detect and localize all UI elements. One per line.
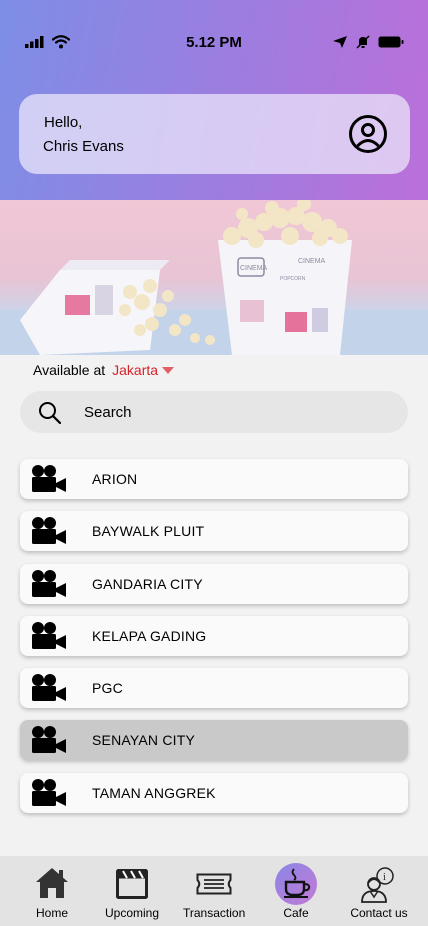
box-label: CINEMA (240, 265, 268, 272)
movie-camera-icon (32, 726, 66, 754)
nav-home[interactable]: Home (27, 856, 77, 926)
movie-camera-icon (32, 778, 66, 806)
nav-home-label: Home (35, 906, 68, 920)
cinema-item-pgc[interactable]: PGC (20, 668, 408, 709)
popcorn-illustration: CINEMA CINEMA POPCORN (0, 200, 428, 355)
cinema-item-baywalk-pluit[interactable]: BAYWALK PLUIT (20, 511, 408, 552)
cinema-name: SENAYAN CITY (92, 732, 196, 749)
status-right-icons (332, 35, 404, 49)
bottom-nav: Home Upcoming Transaction Cafe i Contact… (0, 856, 428, 926)
clapperboard-icon (116, 869, 148, 899)
greeting-hello: Hello, (44, 114, 83, 131)
cinema-item-senayan-city[interactable]: SENAYAN CITY (20, 720, 408, 761)
user-name: Chris Evans (43, 138, 124, 155)
home-icon (36, 868, 68, 898)
search-icon (39, 402, 62, 425)
nav-contact-label: Contact us (350, 906, 408, 920)
nav-upcoming[interactable]: Upcoming (102, 856, 162, 926)
nav-cafe-label: Cafe (283, 906, 309, 920)
movie-camera-icon (32, 517, 66, 545)
box-label-right: CINEMA (298, 258, 326, 265)
nav-transaction-label: Transaction (183, 906, 246, 920)
nav-transaction[interactable]: Transaction (183, 856, 245, 926)
cinema-name: GANDARIA CITY (92, 575, 203, 592)
location-prefix: Available at (33, 362, 106, 378)
location-selector[interactable]: Available at Jakarta (33, 362, 175, 378)
box-sub: POPCORN (280, 276, 306, 282)
movie-camera-icon (32, 621, 66, 649)
status-bar: 5.12 PM (0, 30, 428, 56)
coffee-cup-icon (284, 868, 311, 898)
profile-icon[interactable] (348, 114, 388, 154)
search-input[interactable] (84, 391, 384, 433)
nav-contact[interactable]: i Contact us (348, 856, 410, 926)
cinema-name: KELAPA GADING (92, 627, 207, 644)
location-arrow-icon (333, 36, 347, 48)
battery-icon (378, 36, 404, 48)
cinema-name: BAYWALK PLUIT (92, 523, 205, 540)
greeting-card: Hello, Chris Evans (19, 94, 410, 174)
support-agent-icon: i (361, 867, 394, 903)
cinema-item-arion[interactable]: ARION (20, 459, 408, 499)
cinema-item-gandaria-city[interactable]: GANDARIA CITY (20, 563, 408, 604)
cinema-item-taman-anggrek[interactable]: TAMAN ANGGREK (20, 772, 408, 813)
cinema-name: PGC (92, 680, 123, 697)
mute-icon (356, 35, 370, 49)
movie-camera-icon (32, 674, 66, 702)
header: 5.12 PM Hello, Chris Evans (0, 0, 428, 200)
search-bar[interactable] (20, 391, 408, 433)
nav-cafe[interactable]: Cafe (275, 856, 317, 926)
movie-camera-icon (32, 569, 66, 597)
ticket-icon (196, 873, 232, 895)
svg-text:i: i (383, 872, 386, 883)
cinema-item-kelapa-gading[interactable]: KELAPA GADING (20, 615, 408, 656)
location-city[interactable]: Jakarta (112, 362, 158, 378)
movie-camera-icon (32, 465, 66, 492)
popcorn-banner: CINEMA CINEMA POPCORN (0, 200, 428, 355)
cinema-name: ARION (92, 471, 138, 487)
cinema-list: ARION BAYWALK PLUIT GANDARIA CITY KELAPA… (20, 459, 408, 825)
nav-upcoming-label: Upcoming (104, 906, 160, 920)
cinema-name: TAMAN ANGGREK (92, 784, 216, 801)
caret-down-icon[interactable] (162, 366, 175, 374)
